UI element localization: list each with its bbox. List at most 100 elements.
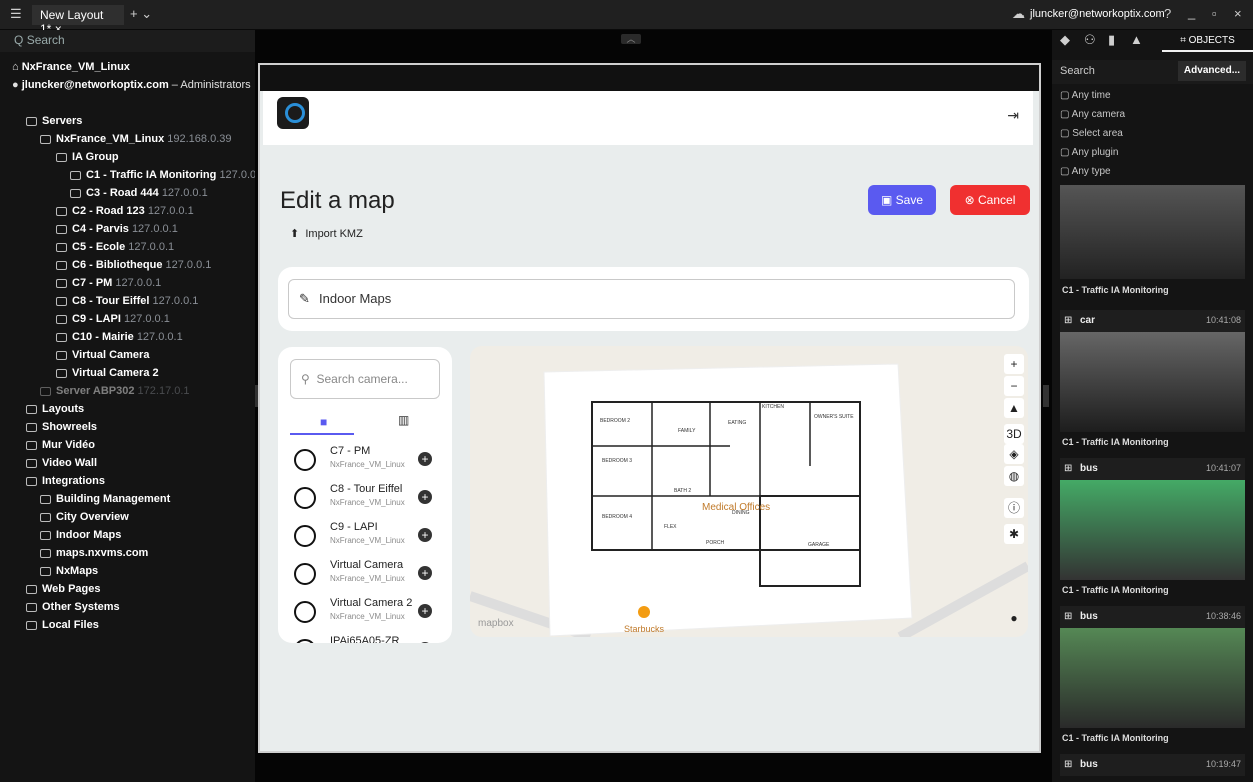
resource-icon bbox=[26, 422, 37, 432]
app-logo bbox=[277, 97, 309, 129]
map-tab-icon[interactable]: ▥ bbox=[398, 413, 409, 427]
object-event-header[interactable]: ⊞ bus 10:38:46 bbox=[1060, 606, 1245, 628]
add-camera-button[interactable]: + bbox=[418, 566, 432, 580]
tree-node[interactable]: Indoor Maps bbox=[40, 526, 121, 544]
camera-list-item[interactable]: Virtual Camera NxFrance_VM_Linux + bbox=[294, 557, 444, 593]
tree-node[interactable]: Video Wall bbox=[26, 454, 97, 472]
compass-button[interactable]: ▲ bbox=[1004, 398, 1024, 418]
tree-node[interactable]: C6 - Bibliotheque 127.0.0.1 bbox=[56, 256, 211, 274]
camera-list-item[interactable]: C7 - PM NxFrance_VM_Linux + bbox=[294, 443, 444, 479]
notifications-tab-icon[interactable]: ◆ bbox=[1060, 32, 1070, 48]
tree-search-input[interactable]: Q Search bbox=[0, 30, 255, 52]
tree-node[interactable]: C7 - PM 127.0.0.1 bbox=[56, 274, 161, 292]
menu-icon[interactable]: ☰ bbox=[10, 6, 22, 22]
events-tab-icon[interactable]: ▲ bbox=[1130, 32, 1143, 47]
layers-button[interactable]: ◈ bbox=[1004, 444, 1024, 464]
tree-node[interactable]: Servers bbox=[26, 112, 82, 130]
tree-node[interactable]: Layouts bbox=[26, 400, 84, 418]
room-label: BEDROOM 2 bbox=[600, 418, 630, 424]
add-camera-button[interactable]: + bbox=[418, 528, 432, 542]
cancel-button[interactable]: ⊗ Cancel bbox=[950, 185, 1030, 215]
zoom-out-button[interactable]: − bbox=[1004, 376, 1024, 396]
tree-node[interactable]: NxMaps bbox=[40, 562, 98, 580]
add-camera-button[interactable]: + bbox=[418, 490, 432, 504]
motion-tab-icon[interactable]: ⚇ bbox=[1084, 32, 1096, 48]
tree-node[interactable]: C1 - Traffic IA Monitoring 127.0.0.1 bbox=[70, 166, 265, 184]
object-thumbnail[interactable] bbox=[1060, 628, 1245, 728]
tree-node[interactable]: C10 - Mairie 127.0.0.1 bbox=[56, 328, 183, 346]
tree-node[interactable]: Web Pages bbox=[26, 580, 101, 598]
layout-tab[interactable]: New Layout 1* × bbox=[32, 5, 124, 36]
add-camera-button[interactable]: + bbox=[418, 642, 432, 643]
object-thumbnail[interactable] bbox=[1060, 332, 1245, 432]
tree-node[interactable]: C9 - LAPI 127.0.0.1 bbox=[56, 310, 170, 328]
tree-node[interactable]: C5 - Ecole 127.0.0.1 bbox=[56, 238, 174, 256]
tree-node[interactable]: Virtual Camera 2 bbox=[56, 364, 159, 382]
tab-objects[interactable]: ⌗ OBJECTS bbox=[1162, 30, 1253, 52]
camera-list-item[interactable]: C9 - LAPI NxFrance_VM_Linux + bbox=[294, 519, 444, 555]
tree-node[interactable]: NxFrance_VM_Linux 192.168.0.39 bbox=[40, 130, 232, 148]
tree-node[interactable]: maps.nxvms.com bbox=[40, 544, 148, 562]
add-tab-icon[interactable]: + ⌄ bbox=[130, 6, 152, 22]
tree-node[interactable]: Integrations bbox=[26, 472, 105, 490]
save-button[interactable]: ▣ Save bbox=[868, 185, 936, 215]
add-camera-button[interactable]: + bbox=[418, 604, 432, 618]
tree-node[interactable]: City Overview bbox=[40, 508, 129, 526]
object-event-header[interactable]: ⊞ bus 10:41:07 bbox=[1060, 458, 1245, 480]
object-event-header[interactable]: ⊞ bus 10:19:47 bbox=[1060, 754, 1245, 776]
minimize-icon[interactable]: _ bbox=[1188, 5, 1195, 20]
tree-node[interactable]: IA Group bbox=[56, 148, 119, 166]
help-icon[interactable]: ? bbox=[1164, 6, 1171, 21]
right-collapse-handle[interactable] bbox=[1043, 385, 1049, 407]
system-name[interactable]: ⌂ NxFrance_VM_Linux bbox=[12, 58, 130, 76]
cloud-icon: ☁ bbox=[1012, 6, 1025, 21]
object-thumbnail[interactable] bbox=[1060, 185, 1245, 279]
import-kmz-button[interactable]: ⬆ Import KMZ bbox=[290, 227, 363, 240]
resource-icon bbox=[56, 224, 67, 234]
logout-icon[interactable]: ⇥ bbox=[1007, 107, 1019, 124]
tree-node[interactable]: C2 - Road 123 127.0.0.1 bbox=[56, 202, 194, 220]
info-button[interactable]: ⓘ bbox=[1004, 498, 1024, 518]
active-tab-indicator bbox=[290, 433, 354, 435]
tree-node[interactable]: Other Systems bbox=[26, 598, 120, 616]
tree-node[interactable]: Mur Vidéo bbox=[26, 436, 95, 454]
map-view[interactable]: Medical Offices Starbucks mapbox BEDROOM… bbox=[470, 346, 1028, 637]
poi-icon[interactable] bbox=[638, 606, 650, 618]
user-email[interactable]: jluncker@networkoptix.com bbox=[1030, 8, 1165, 20]
object-thumbnail[interactable] bbox=[1060, 480, 1245, 580]
tree-node[interactable]: Building Management bbox=[40, 490, 170, 508]
tree-node[interactable]: C4 - Parvis 127.0.0.1 bbox=[56, 220, 178, 238]
camera-name: C9 - LAPI bbox=[330, 521, 378, 533]
tree-node[interactable]: Local Files bbox=[26, 616, 99, 634]
close-window-icon[interactable]: × bbox=[1234, 6, 1242, 21]
tree-node[interactable]: Virtual Camera bbox=[56, 346, 149, 364]
tree-node[interactable]: C8 - Tour Eiffel 127.0.0.1 bbox=[56, 292, 198, 310]
restore-icon[interactable]: ▫ bbox=[1212, 6, 1217, 21]
object-event-header[interactable]: ⊞ car 10:41:08 bbox=[1060, 310, 1245, 332]
camera-tab-icon[interactable]: ■ bbox=[320, 415, 327, 429]
attribution-icon[interactable]: ● bbox=[1004, 608, 1024, 628]
filter-item[interactable]: ▢ Any time bbox=[1060, 90, 1111, 101]
tree-node[interactable]: Server ABP302 172.17.0.1 bbox=[40, 382, 190, 400]
3d-toggle-button[interactable]: 3D bbox=[1004, 424, 1024, 444]
filter-item[interactable]: ▢ Any camera bbox=[1060, 109, 1125, 120]
tree-node[interactable]: C3 - Road 444 127.0.0.1 bbox=[70, 184, 208, 202]
add-camera-button[interactable]: + bbox=[418, 452, 432, 466]
zoom-in-button[interactable]: + bbox=[1004, 354, 1024, 374]
camera-list-item[interactable]: IPAi65A05-ZRServer ABP302+ bbox=[294, 633, 444, 643]
tree-node[interactable]: Showreels bbox=[26, 418, 97, 436]
globe-button[interactable]: ◍ bbox=[1004, 466, 1024, 486]
advanced-button[interactable]: Advanced... bbox=[1178, 61, 1246, 81]
map-name-input[interactable]: ✎ Indoor Maps bbox=[288, 279, 1015, 319]
camera-list-item[interactable]: Virtual Camera 2 NxFrance_VM_Linux + bbox=[294, 595, 444, 631]
user-line[interactable]: ● jluncker@networkoptix.com – Administra… bbox=[12, 76, 251, 94]
collapse-top-handle[interactable]: ︿ bbox=[621, 34, 641, 44]
debug-button[interactable]: ✱ bbox=[1004, 524, 1024, 544]
filter-item[interactable]: ▢ Any type bbox=[1060, 166, 1111, 177]
camera-search-input[interactable]: ⚲ Search camera... bbox=[290, 359, 440, 399]
filter-item[interactable]: ▢ Any plugin bbox=[1060, 147, 1118, 158]
camera-list-item[interactable]: C8 - Tour Eiffel NxFrance_VM_Linux + bbox=[294, 481, 444, 517]
filter-item[interactable]: ▢ Select area bbox=[1060, 128, 1123, 139]
resource-icon bbox=[56, 368, 67, 378]
bookmarks-tab-icon[interactable]: ▮ bbox=[1108, 32, 1115, 48]
